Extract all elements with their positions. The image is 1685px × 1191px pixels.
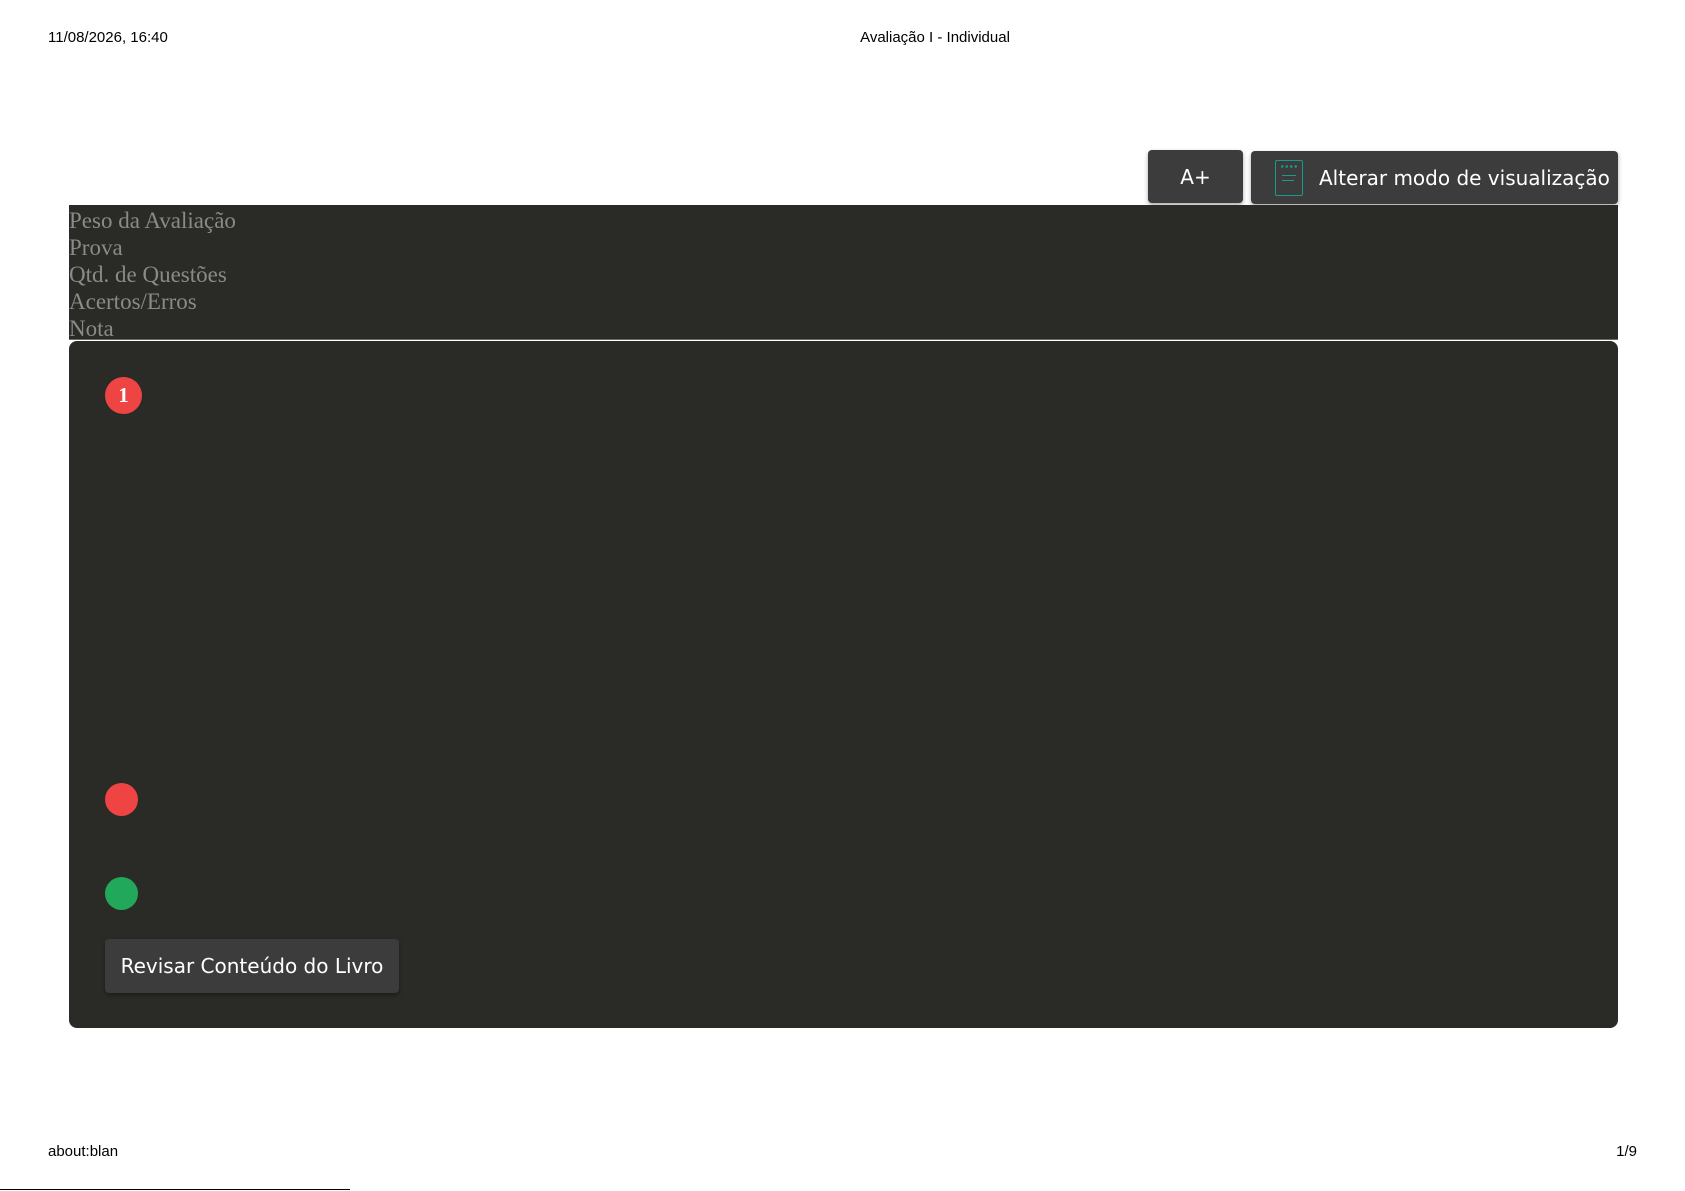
change-view-mode-button[interactable]: Alterar modo de visualização	[1251, 151, 1618, 204]
info-label-hits-errors: Acertos/Erros	[69, 289, 197, 314]
increase-font-button[interactable]: A+	[1148, 150, 1243, 203]
print-url: about:blan	[48, 1143, 119, 1160]
info-label-grade: Nota	[69, 316, 114, 341]
info-label-exam: Prova	[69, 235, 123, 260]
question-number-badge: 1	[105, 377, 142, 414]
document-icon	[1275, 159, 1303, 196]
correct-answer-marker	[105, 877, 138, 910]
incorrect-answer-marker	[105, 783, 138, 816]
change-view-mode-label: Alterar modo de visualização	[1319, 165, 1610, 190]
evaluation-info-panel: Peso da Avaliação Prova Qtd. de Questões…	[69, 205, 1618, 341]
info-label-question-count: Qtd. de Questões	[69, 262, 227, 287]
print-page-title: Avaliação I - Individual	[860, 29, 1010, 46]
print-page-number: 1/9	[1616, 1143, 1637, 1160]
question-card	[69, 341, 1618, 1028]
review-book-content-button[interactable]: Revisar Conteúdo do Livro	[105, 939, 399, 993]
info-label-weight: Peso da Avaliação	[69, 208, 236, 233]
page-divider	[0, 1189, 350, 1190]
